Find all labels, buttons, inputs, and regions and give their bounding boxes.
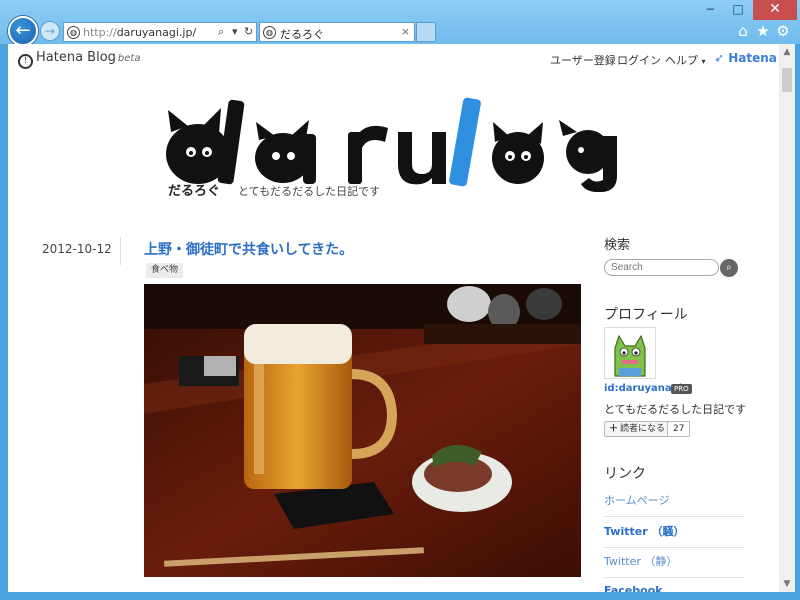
help-menu[interactable]: ヘルプ ▾ — [665, 52, 706, 68]
entry-photo[interactable] — [144, 284, 581, 577]
entry-date[interactable]: 2012-10-12 — [42, 242, 112, 256]
back-button[interactable]: ← — [8, 16, 38, 46]
scroll-up-icon[interactable]: ▲ — [779, 44, 795, 60]
sidebar-link-twitter-quiet[interactable]: Twitter （静） — [604, 553, 744, 578]
profile-avatar-image — [605, 328, 655, 378]
browser-tab[interactable]: ◍ だるろぐ × — [259, 22, 415, 42]
site-favicon-icon: ◍ — [67, 26, 80, 39]
plus-icon: ＋ — [609, 424, 619, 434]
address-url[interactable]: http://daruyanagi.jp/ — [83, 26, 196, 39]
search-input[interactable] — [604, 259, 719, 276]
pro-badge: PRO — [671, 384, 692, 394]
hatena-bird-icon: ➶ — [714, 51, 725, 65]
tab-title: だるろぐ — [280, 28, 324, 41]
profile-heading: プロフィール — [604, 307, 688, 323]
home-icon[interactable]: ⌂ — [734, 22, 752, 40]
date-divider — [120, 237, 121, 265]
blog-header: だるろぐ とてもだるだるした日記です — [163, 92, 623, 202]
maximize-button[interactable]: □ — [725, 0, 751, 20]
blog-description: とてもだるだるした日記です — [238, 185, 381, 198]
address-bar[interactable]: ◍ http://daruyanagi.jp/ ⌕ ▾ ↻ — [63, 22, 257, 42]
sidebar-link-homepage[interactable]: ホームページ — [604, 492, 744, 517]
browser-chrome: ← → ◍ http://daruyanagi.jp/ ⌕ ▾ ↻ ◍ だるろぐ… — [0, 0, 800, 46]
entry-category-tag[interactable]: 食べ物 — [146, 263, 184, 278]
register-link[interactable]: ユーザー登録 — [550, 52, 616, 68]
sidebar-link-twitter-loud[interactable]: Twitter （騒） — [604, 523, 744, 548]
forward-arrow-icon: → — [44, 24, 56, 38]
blog-name-jp[interactable]: だるろぐ — [168, 180, 220, 199]
search-icon: ⌕ — [726, 262, 732, 273]
search-heading: 検索 — [604, 238, 631, 253]
scroll-down-icon[interactable]: ▼ — [779, 576, 795, 592]
back-arrow-icon: ← — [15, 20, 31, 41]
chevron-down-icon: ▾ — [701, 57, 706, 66]
search-icon[interactable]: ⌕ — [218, 25, 224, 39]
entry-title[interactable]: 上野・御徒町で共食いしてきた。 — [144, 239, 353, 259]
blog-logo-image[interactable] — [163, 92, 623, 192]
hatena-top-bar: ! Hatena Blog beta ユーザー登録 ログイン ヘルプ ▾ ➶ Hat… — [8, 44, 779, 72]
login-link[interactable]: ログイン — [617, 52, 661, 68]
links-heading: リンク — [604, 466, 646, 482]
star-icon[interactable]: ★ — [754, 22, 772, 40]
search-button[interactable]: ⌕ — [720, 259, 738, 277]
close-window-button[interactable]: ✕ — [753, 0, 797, 20]
subscribe-button[interactable]: ＋読者になる — [604, 421, 671, 437]
vertical-scrollbar[interactable]: ▲ ▼ — [779, 44, 795, 592]
sidebar-link-facebook[interactable]: Facebook — [604, 584, 744, 592]
page-viewport: ! Hatena Blog beta ユーザー登録 ログイン ヘルプ ▾ ➶ Hat… — [8, 44, 779, 592]
hatena-logo-icon: ! — [18, 54, 33, 69]
reader-count-badge: 27 — [667, 421, 691, 437]
profile-description: とてもだるだるした日記です — [604, 403, 747, 416]
avatar[interactable] — [604, 327, 656, 379]
tab-favicon-icon: ◍ — [263, 26, 276, 39]
tab-close-icon[interactable]: × — [401, 25, 410, 38]
dropdown-icon[interactable]: ▾ — [232, 25, 238, 38]
new-tab-button[interactable] — [416, 22, 436, 42]
scroll-thumb[interactable] — [782, 68, 792, 92]
hatena-blog-logo[interactable]: ! Hatena Blog beta — [18, 50, 140, 69]
gear-icon[interactable]: ⚙ — [774, 22, 792, 40]
refresh-icon[interactable]: ↻ — [244, 25, 253, 38]
minimize-button[interactable]: − — [697, 0, 723, 20]
beer-photo-image — [144, 284, 581, 577]
forward-button[interactable]: → — [40, 21, 60, 41]
hatena-link[interactable]: ➶ Hatena — [714, 51, 777, 65]
